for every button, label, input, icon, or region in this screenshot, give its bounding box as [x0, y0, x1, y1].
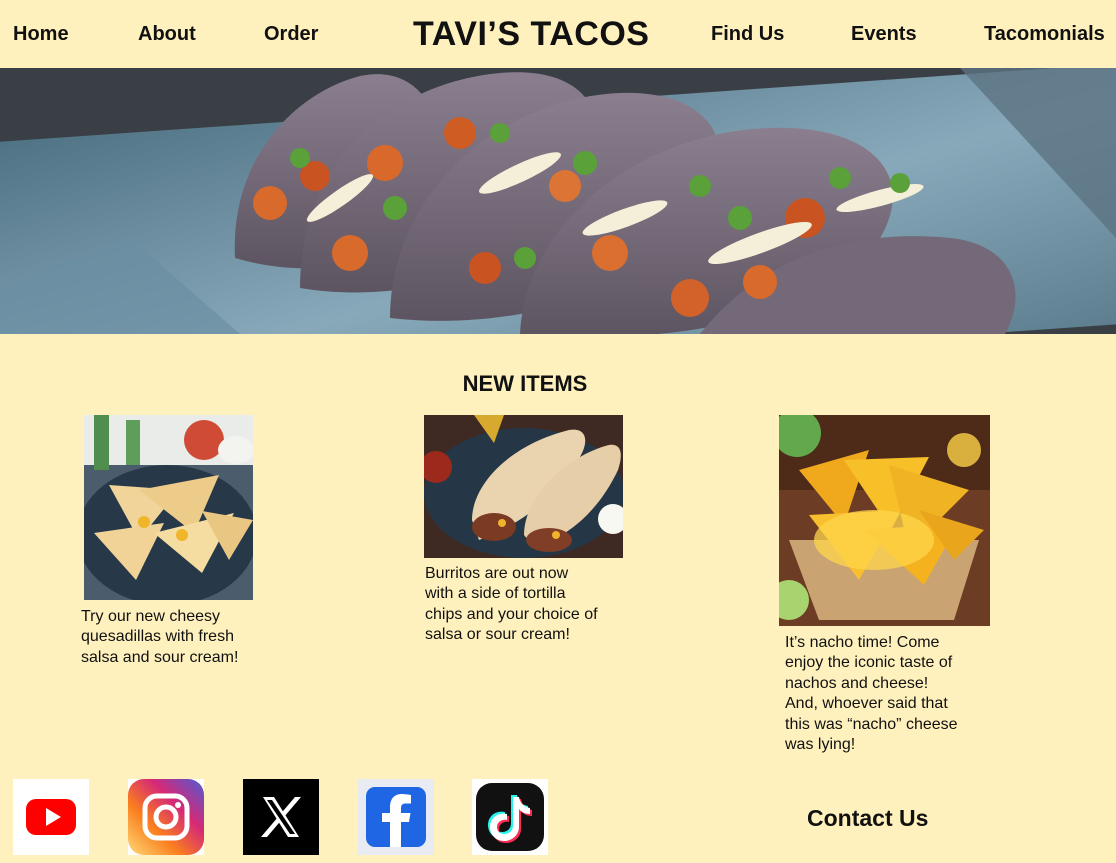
nav-tacomonials-link[interactable]: Tacomonials — [984, 20, 1105, 48]
burritos-image — [424, 415, 623, 558]
burritos-description: Burritos are out now with a side of tort… — [425, 565, 598, 644]
top-navigation: Home About Order TAVI’S TACOS Find Us Ev… — [0, 0, 1116, 68]
tiktok-icon — [472, 779, 548, 855]
nav-find-us-link[interactable]: Find Us — [711, 20, 784, 48]
nav-order-link[interactable]: Order — [264, 20, 318, 48]
contact-us-link[interactable]: Contact Us — [807, 803, 928, 833]
nav-events-link[interactable]: Events — [851, 20, 917, 48]
quesadillas-illustration — [84, 415, 253, 600]
facebook-link[interactable] — [358, 779, 434, 855]
nav-home-link[interactable]: Home — [13, 20, 69, 48]
instagram-link[interactable] — [128, 779, 204, 855]
nachos-image — [779, 415, 990, 626]
nav-about-link[interactable]: About — [138, 20, 196, 48]
youtube-icon — [13, 779, 89, 855]
nachos-description: It’s nacho time! Come enjoy the iconic t… — [785, 634, 958, 754]
quesadillas-description: Try our new cheesy quesadillas with fres… — [81, 608, 239, 666]
new-items-heading: NEW ITEMS — [462, 371, 588, 397]
facebook-icon — [358, 779, 434, 855]
burritos-illustration — [424, 415, 623, 558]
youtube-link[interactable] — [13, 779, 89, 855]
tacos-illustration — [0, 68, 1116, 334]
quesadillas-image — [84, 415, 253, 600]
nachos-illustration — [779, 415, 990, 626]
site-title: TAVI’S TACOS — [413, 15, 650, 53]
x-link[interactable] — [243, 779, 319, 855]
hero-tacos-image — [0, 68, 1116, 334]
x-icon — [243, 779, 319, 855]
tiktok-link[interactable] — [472, 779, 548, 855]
instagram-icon — [128, 779, 204, 855]
